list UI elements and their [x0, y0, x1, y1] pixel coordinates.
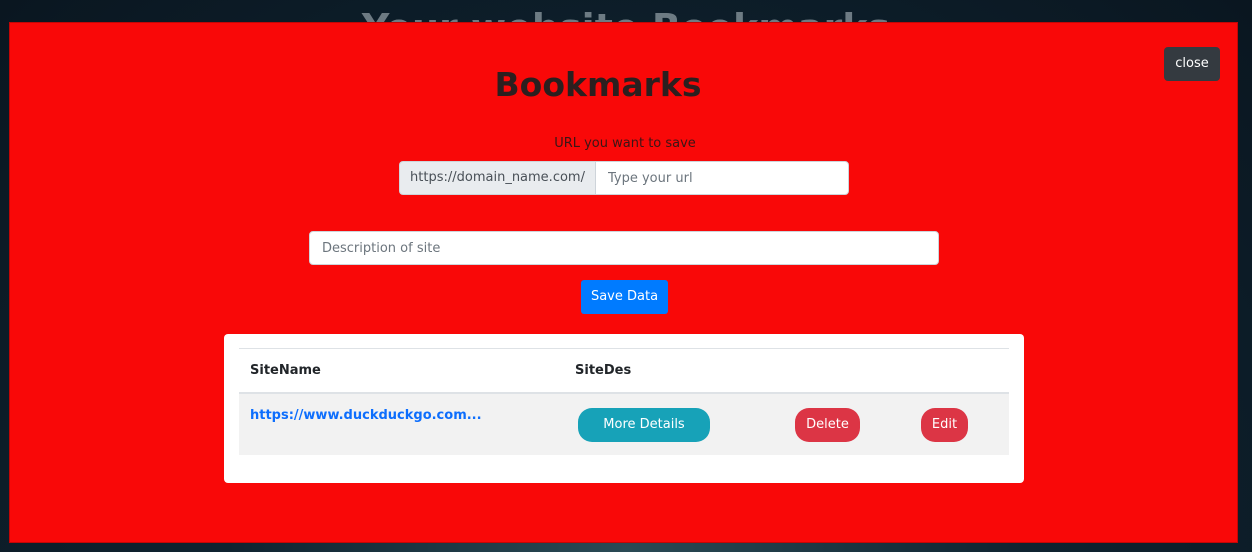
column-header-sitename: SiteName: [250, 363, 321, 378]
delete-button[interactable]: Delete: [795, 408, 860, 442]
url-input-group: https://domain_name.com/: [399, 161, 849, 195]
page-title: Bookmarks: [494, 65, 702, 104]
table-row: https://www.duckduckgo.com... More Detai…: [239, 394, 1009, 455]
site-link[interactable]: https://www.duckduckgo.com...: [250, 408, 482, 423]
url-label: URL you want to save: [554, 136, 696, 151]
bookmarks-table-card: SiteName SiteDes https://www.duckduckgo.…: [224, 334, 1024, 483]
bookmarks-table: SiteName SiteDes https://www.duckduckgo.…: [239, 348, 1009, 455]
table-header: SiteName SiteDes: [239, 349, 1009, 394]
edit-button[interactable]: Edit: [921, 408, 968, 442]
url-prefix: https://domain_name.com/: [399, 161, 595, 195]
url-input[interactable]: [595, 161, 849, 195]
column-header-sitedes: SiteDes: [575, 363, 632, 378]
more-details-button[interactable]: More Details: [578, 408, 710, 442]
save-data-button[interactable]: Save Data: [581, 280, 668, 314]
description-input[interactable]: [309, 231, 939, 265]
bookmarks-modal: close Bookmarks URL you want to save htt…: [9, 22, 1238, 543]
